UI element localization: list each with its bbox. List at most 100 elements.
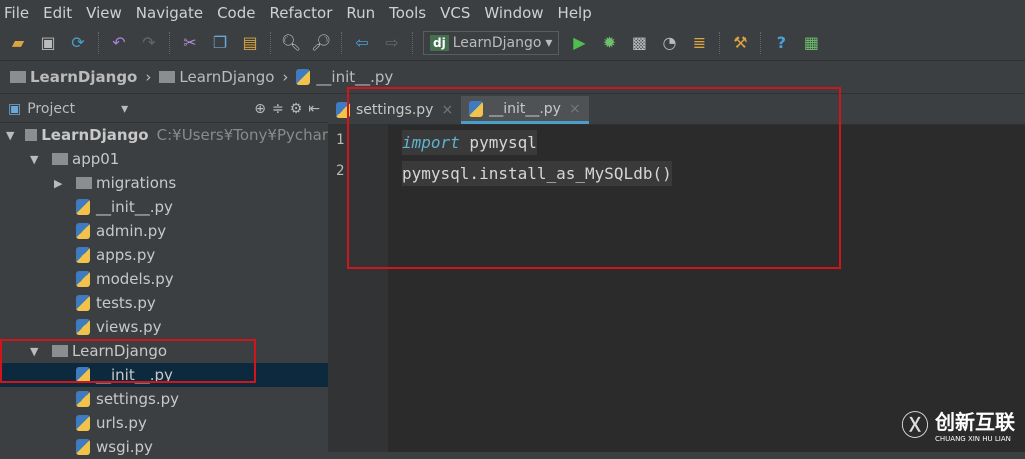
python-file-icon: [76, 415, 90, 431]
tree-label: migrations: [96, 174, 177, 192]
python-file-icon: [76, 295, 90, 311]
run-config-select[interactable]: dj LearnDjango ▾: [423, 30, 560, 55]
toolbar: ▰ ▣ ⟳ ↶ ↷ ✂ ❐ ▤ 🔍︎ 🔎︎ ⇦ ⇨ dj LearnDjango…: [0, 25, 1025, 61]
undo-icon[interactable]: ↶: [109, 33, 129, 53]
settings-icon[interactable]: ⚒: [730, 33, 750, 53]
folder-icon: [76, 177, 92, 189]
help-icon[interactable]: ?: [771, 33, 791, 53]
coverage-icon[interactable]: ▩: [629, 33, 649, 53]
back-icon[interactable]: ⇦: [352, 33, 372, 53]
tree-item[interactable]: models.py: [0, 267, 328, 291]
save-icon[interactable]: ▣: [38, 33, 58, 53]
menu-tools[interactable]: Tools: [389, 4, 426, 22]
expand-arrow-icon[interactable]: ▶: [54, 177, 68, 190]
django-icon: dj: [430, 34, 449, 51]
tree-item[interactable]: tests.py: [0, 291, 328, 315]
menu-refactor[interactable]: Refactor: [269, 4, 332, 22]
run-config-label: LearnDjango: [452, 34, 542, 51]
separator: [169, 31, 170, 54]
separator: [412, 31, 413, 54]
tree-item[interactable]: ▶ migrations: [0, 171, 328, 195]
redo-icon[interactable]: ↷: [139, 33, 159, 53]
run-icon[interactable]: ▶: [569, 33, 589, 53]
menu-code[interactable]: Code: [217, 4, 255, 22]
tree-item[interactable]: settings.py: [0, 387, 328, 411]
separator: [270, 31, 271, 54]
plugin-icon[interactable]: ▦: [801, 33, 821, 53]
project-icon: ▣: [8, 101, 22, 117]
python-file-icon: [76, 199, 90, 215]
breadcrumb-item[interactable]: LearnDjango: [159, 68, 274, 86]
project-panel: ▣ Project ▾ ⊕ ≑ ⚙ ⇤ ▼ LearnDjango C:¥Use…: [0, 96, 328, 456]
breadcrumb-item[interactable]: LearnDjango: [10, 68, 137, 86]
cut-icon[interactable]: ✂: [180, 33, 200, 53]
separator: [98, 31, 99, 54]
menu-file[interactable]: File: [4, 4, 29, 22]
project-view-select[interactable]: Project: [27, 101, 75, 117]
profile-icon[interactable]: ◔: [659, 33, 679, 53]
tree-label: apps.py: [96, 246, 156, 264]
python-file-icon: [76, 247, 90, 263]
tree-item[interactable]: wsgi.py: [0, 435, 328, 459]
tree-item[interactable]: views.py: [0, 315, 328, 339]
hide-icon[interactable]: ⇤: [308, 101, 320, 117]
tree-item[interactable]: apps.py: [0, 243, 328, 267]
separator: [719, 31, 721, 54]
collapse-icon[interactable]: ≑: [272, 101, 284, 117]
tree-root[interactable]: ▼ LearnDjango C:¥Users¥Tony¥Pychar: [0, 123, 328, 147]
project-tree: ▼ LearnDjango C:¥Users¥Tony¥Pychar ▼ app0…: [0, 123, 328, 459]
expand-arrow-icon[interactable]: ▼: [30, 153, 44, 166]
chevron-down-icon: ▾: [545, 34, 553, 51]
tree-label: wsgi.py: [96, 438, 153, 456]
menu-view[interactable]: View: [86, 4, 122, 22]
python-file-icon: [76, 391, 90, 407]
debug-icon[interactable]: ✹: [599, 33, 619, 53]
tree-label: admin.py: [96, 222, 167, 240]
tree-label: models.py: [96, 270, 174, 288]
tree-label: app01: [72, 150, 120, 168]
separator: [760, 31, 762, 54]
paste-icon[interactable]: ▤: [240, 33, 260, 53]
python-file-icon: [76, 271, 90, 287]
tree-path: C:¥Users¥Tony¥Pychar: [156, 126, 328, 144]
highlight-box: [0, 339, 256, 383]
menu-help[interactable]: Help: [558, 4, 592, 22]
menu-vcs[interactable]: VCS: [440, 4, 470, 22]
expand-arrow-icon[interactable]: ▼: [6, 129, 17, 142]
gear-icon[interactable]: ⚙: [290, 101, 303, 117]
folder-icon: [24, 129, 38, 141]
menu-navigate[interactable]: Navigate: [136, 4, 203, 22]
tree-label: views.py: [96, 318, 162, 336]
menu-bar: File Edit View Navigate Code Refactor Run Tools…: [0, 0, 1025, 25]
tree-item[interactable]: admin.py: [0, 219, 328, 243]
highlight-box: [347, 87, 841, 269]
python-file-icon: [76, 223, 90, 239]
find-icon[interactable]: 🔍︎: [281, 33, 301, 53]
chevron-down-icon[interactable]: ▾: [121, 101, 128, 117]
folder-icon: [52, 153, 68, 165]
tree-item[interactable]: __init__.py: [0, 195, 328, 219]
tasks-icon[interactable]: ≣: [689, 33, 709, 53]
tree-item[interactable]: urls.py: [0, 411, 328, 435]
python-file-icon: [76, 439, 90, 455]
sync-icon[interactable]: ⟳: [68, 33, 88, 53]
copy-icon[interactable]: ❐: [210, 33, 230, 53]
separator: [341, 31, 342, 54]
menu-edit[interactable]: Edit: [43, 4, 72, 22]
forward-icon[interactable]: ⇨: [382, 33, 402, 53]
menu-window[interactable]: Window: [484, 4, 543, 22]
python-file-icon: [76, 319, 90, 335]
tree-label: __init__.py: [96, 198, 173, 216]
replace-icon[interactable]: 🔎︎: [311, 33, 331, 53]
project-panel-header: ▣ Project ▾ ⊕ ≑ ⚙ ⇤: [0, 96, 328, 123]
logo-icon: Ⓧ: [900, 409, 929, 442]
menu-run[interactable]: Run: [346, 4, 375, 22]
watermark-logo: Ⓧ 创新互联 CHUANG XIN HU LIAN: [901, 404, 1015, 444]
tree-label: urls.py: [96, 414, 147, 432]
tree-item[interactable]: ▼ app01: [0, 147, 328, 171]
locate-icon[interactable]: ⊕: [254, 101, 266, 117]
open-icon[interactable]: ▰: [8, 33, 28, 53]
tree-label: LearnDjango: [41, 126, 149, 144]
breadcrumb-item[interactable]: __init__.py: [296, 68, 393, 86]
tree-label: tests.py: [96, 294, 156, 312]
